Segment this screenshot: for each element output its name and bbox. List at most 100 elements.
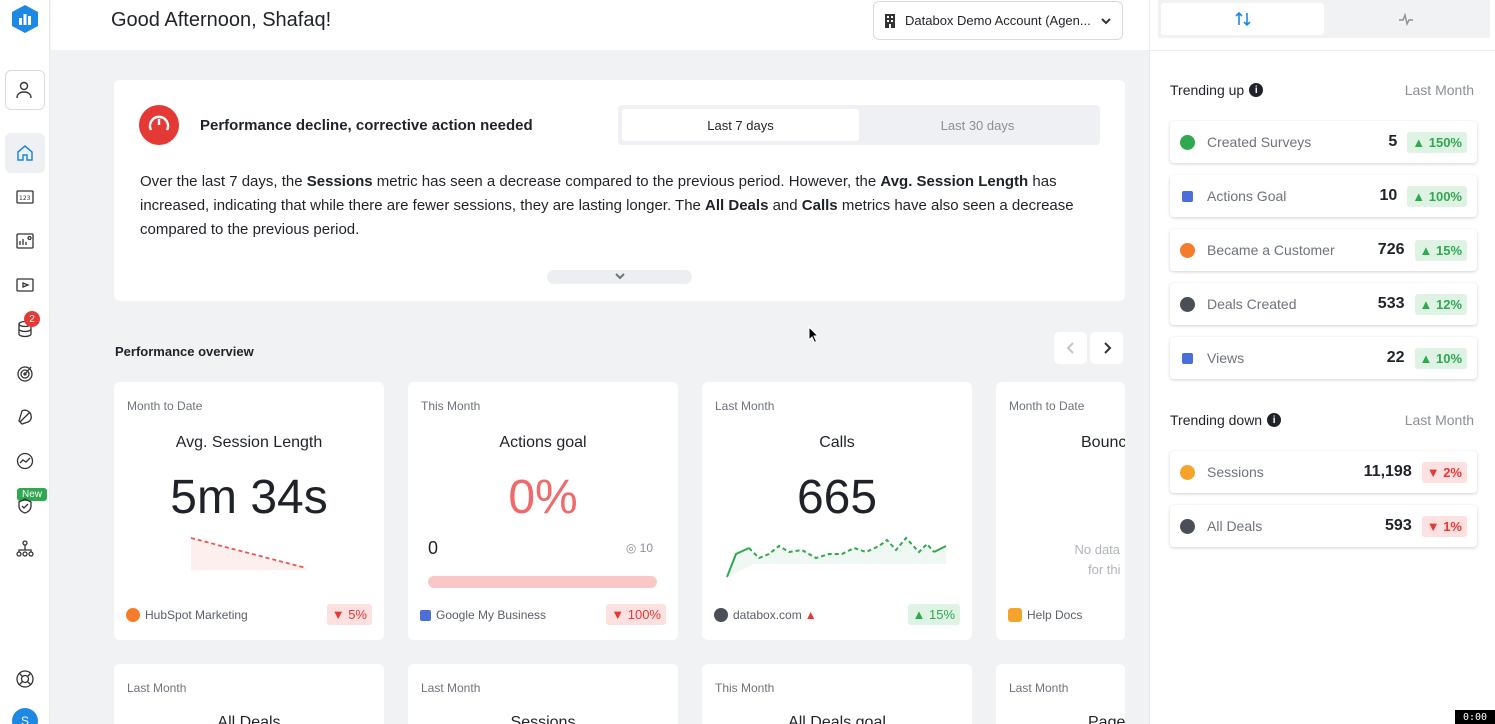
nav-reports[interactable]	[5, 265, 45, 305]
metric-card-actions-goal[interactable]: This Month Actions goal 0% 0 ◎ 10 Google…	[408, 382, 678, 640]
nav-goals[interactable]	[5, 353, 45, 393]
nav-metrics[interactable]: 123	[5, 177, 45, 217]
nav-benchmarks[interactable]	[5, 486, 45, 526]
avatar[interactable]: S	[12, 708, 38, 724]
trending-down-row[interactable]: All Deals 593 ▼ 1%	[1170, 505, 1477, 547]
trending-down-heading: Trending down i	[1170, 412, 1282, 428]
panel-tabs	[1158, 0, 1490, 38]
greeting: Good Afternoon, Shafaq!	[111, 9, 332, 31]
insight-title: Performance decline, corrective action n…	[200, 117, 533, 134]
card-period: Last Month	[127, 681, 187, 695]
nav-home[interactable]	[5, 133, 45, 173]
goal-target: ◎ 10	[625, 541, 653, 555]
next-button[interactable]	[1090, 332, 1123, 364]
performance-overview-title: Performance overview	[115, 344, 254, 359]
trending-up-row[interactable]: Deals Created 533 ▲ 12%	[1170, 283, 1477, 325]
databox-source-icon	[714, 608, 728, 622]
trending-up-row[interactable]: Views 22 ▲ 10%	[1170, 337, 1477, 379]
info-icon[interactable]: i	[1267, 413, 1282, 427]
insight-card: Performance decline, corrective action n…	[114, 80, 1125, 301]
mouse-cursor-icon	[808, 326, 820, 344]
card-title: Calls	[819, 434, 855, 451]
goal-icon: ◎	[625, 541, 640, 555]
goal-current: 0	[428, 538, 439, 558]
card-title: Page	[1088, 714, 1125, 724]
org-chart-icon	[16, 540, 34, 557]
card-period: Month to Date	[127, 399, 203, 413]
chevron-down-icon	[614, 273, 625, 280]
user-switch-button[interactable]	[5, 70, 45, 110]
card-title: All Deals	[217, 714, 281, 724]
trending-down-period: Last Month	[1404, 412, 1474, 428]
card-period: Last Month	[715, 399, 775, 413]
surveys-icon	[1180, 134, 1195, 150]
hubspot-crm-icon	[1180, 518, 1195, 534]
change-badge: ▼ 5%	[326, 604, 372, 625]
card-period: Last Month	[1009, 681, 1069, 695]
nav-analytics[interactable]	[5, 441, 45, 481]
shield-check-icon	[18, 498, 32, 514]
metric-card-sessions[interactable]: Last Month Sessions	[408, 664, 678, 724]
metric-card-avg-session-length[interactable]: Month to Date Avg. Session Length 5m 34s…	[114, 382, 384, 640]
left-sidebar: 123 2 New S	[0, 0, 50, 724]
lifebuoy-icon	[16, 670, 34, 688]
change-badge: ▼ 100%	[606, 604, 666, 625]
trending-up-period: Last Month	[1404, 82, 1474, 98]
info-icon[interactable]: i	[1249, 83, 1264, 97]
tab-pulse[interactable]	[1324, 3, 1487, 35]
card-source: HubSpot Marketing	[126, 608, 248, 622]
insight-text: Over the last 7 days, the Sessions metri…	[140, 173, 1074, 238]
recording-timer: 0:00	[1455, 710, 1495, 724]
trend-sparkline	[190, 537, 307, 570]
account-name: Databox Demo Account (Agen...	[905, 13, 1091, 28]
metric-card-all-deals-goal[interactable]: This Month All Deals goal	[702, 664, 972, 724]
building-icon	[885, 13, 895, 28]
card-period: Month to Date	[1009, 399, 1085, 413]
trending-down-row[interactable]: Sessions 11,198 ▼ 2%	[1170, 451, 1477, 493]
card-period: Last Month	[421, 681, 481, 695]
chevron-down-icon	[1101, 17, 1111, 24]
change-badge: ▲ 15%	[907, 604, 960, 625]
google-my-business-icon	[1182, 352, 1193, 364]
chevron-left-icon	[1066, 342, 1074, 354]
nav-alerts[interactable]	[5, 397, 45, 437]
metric-card-all-deals[interactable]: Last Month All Deals	[114, 664, 384, 724]
card-period: This Month	[421, 399, 481, 413]
card-value: 5m 34s	[170, 471, 328, 524]
trending-up-row[interactable]: Created Surveys 5 ▲ 150%	[1170, 121, 1477, 163]
card-source: Help Docs	[1008, 608, 1082, 622]
card-value: 665	[796, 471, 878, 524]
metric-card-calls[interactable]: Last Month Calls 665 databox.com ▲ ▲ 15%	[702, 382, 972, 640]
metric-card-page[interactable]: Last Month Page	[996, 664, 1125, 724]
expand-insight-button[interactable]	[547, 270, 692, 284]
card-title: All Deals goal	[788, 714, 886, 724]
card-source: Google My Business	[420, 608, 546, 622]
databox-logo[interactable]	[10, 4, 40, 34]
tab-last-30-days[interactable]: Last 30 days	[859, 109, 1096, 141]
metric-card-bounce[interactable]: Month to Date Bounc No data for thi Help …	[996, 382, 1125, 640]
target-icon	[17, 366, 33, 382]
help-button[interactable]	[5, 659, 45, 699]
top-bar: Good Afternoon, Shafaq! Databox Demo Acc…	[51, 0, 1149, 50]
card-period: This Month	[715, 681, 775, 695]
prev-button[interactable]	[1054, 332, 1087, 364]
card-title: Actions goal	[499, 434, 587, 451]
hubspot-crm-icon	[1180, 296, 1195, 312]
nav-accounts[interactable]	[5, 529, 45, 569]
trending-up-heading: Trending up i	[1170, 82, 1264, 98]
user-icon	[16, 81, 32, 99]
tab-last-7-days[interactable]: Last 7 days	[622, 109, 859, 141]
divider	[1150, 50, 1495, 51]
tab-trending[interactable]	[1161, 3, 1324, 35]
nav-dashboards[interactable]	[5, 221, 45, 261]
trending-up-row[interactable]: Actions Goal 10 ▲ 100%	[1170, 175, 1477, 217]
trending-up-row[interactable]: Became a Customer 726 ▲ 15%	[1170, 229, 1477, 271]
account-selector[interactable]: Databox Demo Account (Agen...	[873, 1, 1123, 40]
notification-badge: 2	[24, 311, 40, 327]
google-my-business-icon	[1182, 190, 1193, 202]
metrics-123-icon: 123	[16, 190, 34, 204]
analytics-icon	[1180, 464, 1195, 480]
card-title: Bounc	[1081, 434, 1125, 451]
hubspot-icon	[126, 608, 140, 622]
hubspot-icon	[1180, 242, 1195, 258]
